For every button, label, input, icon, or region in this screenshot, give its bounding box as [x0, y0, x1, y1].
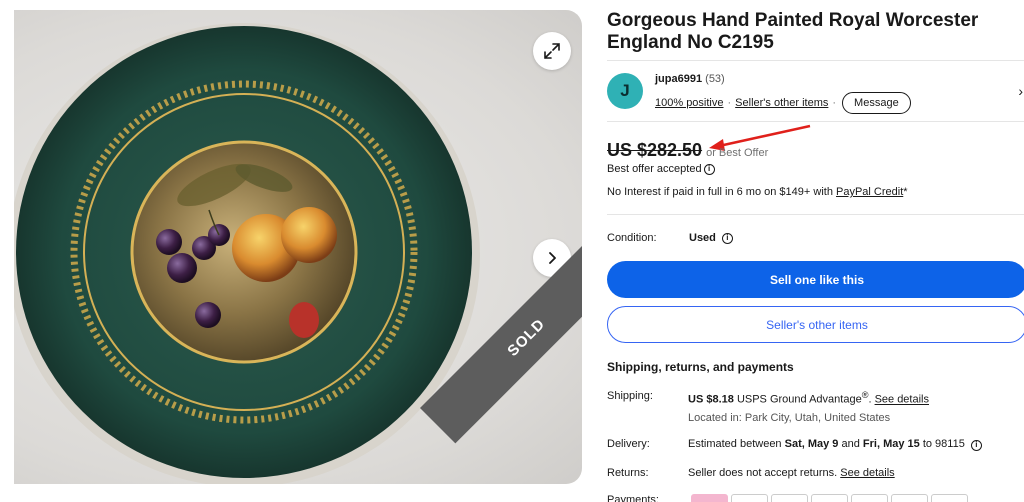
positive-feedback-link[interactable]: 100% positive — [655, 97, 724, 109]
chevron-right-icon[interactable]: › — [1018, 83, 1023, 99]
delivery-value: Estimated between Sat, May 9 and Fri, Ma… — [688, 438, 982, 451]
price-row: US $282.50 or Best Offer — [607, 140, 768, 161]
returns-label: Returns: — [607, 467, 649, 479]
payment-logo — [811, 494, 848, 502]
payments-label: Payments: — [607, 494, 659, 502]
shipping-row: Shipping: US $8.18 USPS Ground Advantage… — [607, 390, 929, 406]
item-details: Gorgeous Hand Painted Royal Worcester En… — [607, 0, 1024, 502]
price: US $282.50 — [607, 140, 703, 160]
returns-see-details-link[interactable]: See details — [840, 467, 894, 479]
expand-icon — [544, 43, 560, 59]
payment-logo — [691, 494, 728, 502]
payment-logo — [891, 494, 928, 502]
payment-logo — [731, 494, 768, 502]
item-location: Located in: Park City, Utah, United Stat… — [688, 412, 891, 424]
seller-name[interactable]: jupa6991 — [655, 73, 702, 85]
info-icon[interactable]: i — [721, 232, 733, 244]
delivery-row: Delivery: Estimated between Sat, May 9 a… — [607, 438, 982, 451]
shipping-heading: Shipping, returns, and payments — [607, 360, 794, 374]
returns-row: Returns: Seller does not accept returns.… — [607, 467, 895, 479]
shipping-label: Shipping: — [607, 390, 653, 402]
offer-status-text: Best offer accepted — [607, 163, 702, 175]
shipping-cost: US $8.18 — [688, 393, 734, 406]
gallery-left-edge — [0, 10, 14, 484]
payments-row: Payments: — [607, 494, 968, 502]
seller-card[interactable]: J jupa6991 (53) 100% positive · Seller's… — [607, 60, 1024, 122]
returns-value: Seller does not accept returns. See deta… — [688, 467, 895, 479]
message-button[interactable]: Message — [842, 92, 911, 114]
avatar[interactable]: J — [607, 73, 643, 109]
financing-note: No Interest if paid in full in 6 mo on $… — [607, 186, 908, 198]
condition-row: Condition: Used i — [607, 232, 733, 244]
seller-links: 100% positive · Seller's other items · M… — [655, 92, 911, 114]
financing-text: No Interest if paid in full in 6 mo on $… — [607, 186, 836, 198]
chevron-right-icon — [549, 252, 556, 264]
sell-one-like-this-button[interactable]: Sell one like this — [607, 261, 1024, 298]
registered-mark: ® — [861, 390, 869, 400]
location-row: Located in: Park City, Utah, United Stat… — [607, 412, 890, 424]
delivery-start: Sat, May 9 — [784, 438, 839, 450]
separator-dot: · — [727, 97, 732, 109]
listing-title: Gorgeous Hand Painted Royal Worcester En… — [607, 10, 979, 53]
sold-label: SOLD — [503, 315, 549, 360]
best-offer-label: or Best Offer — [706, 147, 769, 159]
financing-asterisk: * — [903, 186, 908, 198]
payment-logo — [851, 494, 888, 502]
shipping-service: USPS Ground Advantage — [736, 393, 862, 406]
payment-logo — [771, 494, 808, 502]
image-gallery: SOLD — [0, 10, 582, 484]
divider — [607, 214, 1024, 215]
shipping-see-details-link[interactable]: See details — [875, 394, 929, 406]
delivery-to: to 98115 — [919, 438, 965, 450]
separator-dot: · — [832, 97, 837, 109]
info-icon[interactable]: i — [703, 163, 715, 175]
location-spacer — [607, 412, 688, 424]
delivery-prefix: Estimated between — [688, 438, 785, 450]
payment-logo — [931, 494, 968, 502]
shipping-value: US $8.18 USPS Ground Advantage®. See det… — [688, 390, 929, 406]
seller-other-items-link[interactable]: Seller's other items — [735, 97, 828, 109]
delivery-end: Fri, May 15 — [862, 438, 920, 450]
plate-illustration — [14, 23, 480, 484]
offer-status: Best offer accepted i — [607, 163, 715, 175]
feedback-count: (53) — [705, 73, 725, 85]
seller-name-row: jupa6991 (53) — [655, 73, 725, 85]
condition-value: Used — [689, 232, 716, 244]
delivery-label: Delivery: — [607, 438, 650, 450]
returns-text: Seller does not accept returns. — [688, 467, 841, 479]
expand-image-button[interactable] — [533, 32, 571, 70]
condition-label: Condition: — [607, 232, 657, 244]
product-photo[interactable] — [14, 10, 490, 484]
delivery-and: and — [838, 438, 863, 450]
paypal-credit-link[interactable]: PayPal Credit — [836, 186, 903, 198]
info-icon[interactable]: i — [970, 439, 982, 451]
sellers-other-items-button[interactable]: Seller's other items — [607, 306, 1024, 343]
